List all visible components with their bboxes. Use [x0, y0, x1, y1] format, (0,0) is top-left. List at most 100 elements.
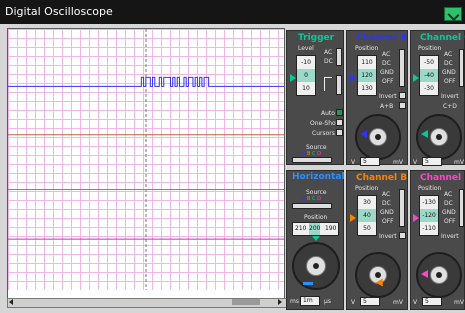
channel-a-knob-pointer-icon: [360, 130, 367, 138]
horizontal-title: Horizontal: [292, 172, 345, 182]
trigger-auto-button[interactable]: [336, 109, 343, 116]
trigger-auto-label: Auto: [321, 110, 335, 117]
channel-a-combine-button[interactable]: [399, 102, 406, 109]
channel-d-dc-label: DC: [444, 200, 453, 207]
timebase-pointer-icon: [303, 282, 313, 285]
channel-b-volts-knob[interactable]: [355, 252, 401, 298]
channel-d-gnd-label: GND: [442, 209, 456, 216]
channel-d-invert-label: Invert: [441, 233, 459, 240]
channel-b-mv-label: mV: [393, 299, 403, 306]
source-letter-c: C: [312, 196, 316, 202]
channel-c-unit-box: 5: [422, 157, 442, 166]
source-letter-b: B: [307, 196, 311, 202]
channel-a-coupling-switch[interactable]: [399, 49, 405, 87]
window-close-button[interactable]: [444, 7, 462, 21]
channel-c-ac-label: AC: [444, 51, 453, 58]
horizontal-position-value: 190: [325, 225, 337, 232]
channel-a-unit-box: 5: [360, 157, 380, 166]
channel-d-off-label: OFF: [444, 218, 456, 225]
channel-a-position-value: 120: [358, 69, 376, 82]
channel-a-mv-label: mV: [393, 159, 403, 166]
channel-d-ac-label: AC: [444, 191, 453, 198]
channel-d-unit-box: 5: [422, 297, 442, 306]
channel-b-position-label: Position: [355, 185, 379, 192]
channel-c-v-label: V: [413, 159, 418, 166]
channel-d-coupling-switch[interactable]: [459, 189, 464, 227]
channel-a-unit-value: 5: [363, 158, 367, 165]
channel-a-dc-label: DC: [382, 60, 391, 67]
scrollbar-thumb[interactable]: [232, 299, 260, 305]
channel-b-coupling-switch[interactable]: [399, 189, 405, 227]
channel-a-marker-icon: [350, 74, 356, 82]
channel-b-gnd-label: GND: [380, 209, 394, 216]
channel-b-dc-label: DC: [382, 200, 391, 207]
channel-c-position-box[interactable]: -50 -40 -30: [419, 55, 439, 96]
channel-c-coupling-switch[interactable]: [459, 49, 464, 87]
timebase-knob[interactable]: [292, 242, 340, 290]
channel-c-title: Channel C: [420, 33, 465, 43]
horizontal-position-value: 200: [309, 223, 321, 235]
trigger-ac-label: AC: [324, 49, 333, 56]
channel-a-combine-label: A+B: [380, 103, 394, 110]
channel-a-position-value: 110: [361, 59, 373, 66]
trigger-slope-switch[interactable]: [336, 75, 342, 95]
source-letter-d: D: [317, 196, 321, 202]
trigger-one-shot-button[interactable]: [336, 119, 343, 126]
channel-b-unit-box: 5: [360, 297, 380, 306]
channel-a-position-box[interactable]: 110 120 130: [357, 55, 377, 96]
channel-b-v-label: V: [351, 299, 356, 306]
channel-a-position-value: 130: [361, 85, 373, 92]
channel-b-unit-value: 5: [363, 298, 367, 305]
horizontal-position-box[interactable]: 210 200 190: [292, 222, 339, 236]
channel-a-position-label: Position: [355, 45, 379, 52]
channel-c-marker-icon: [413, 74, 419, 82]
channel-d-marker-icon: [413, 214, 419, 222]
channel-c-position-label: Position: [418, 45, 442, 52]
scope-grid: [8, 29, 284, 290]
trigger-dc-label: DC: [324, 58, 333, 65]
horizontal-position-value: 210: [295, 225, 307, 232]
trigger-title: Trigger: [298, 33, 335, 43]
timebase-unit-box: 1m: [300, 296, 320, 306]
scroll-right-icon[interactable]: [275, 298, 285, 306]
channel-c-combine-label: C+D: [443, 103, 457, 110]
channel-b-marker-icon: [350, 214, 356, 222]
trigger-cursors-button[interactable]: [336, 129, 343, 136]
trigger-cursors-label: Cursors: [312, 130, 335, 137]
horizontal-source-slider[interactable]: [292, 203, 332, 209]
channel-a-v-label: V: [351, 159, 356, 166]
channel-c-dc-label: DC: [444, 60, 453, 67]
channel-b-ac-label: AC: [382, 191, 391, 198]
channel-c-off-label: OFF: [444, 78, 456, 85]
trigger-coupling-switch[interactable]: [336, 48, 342, 66]
source-letter-a: A: [302, 196, 306, 202]
channel-d-v-label: V: [413, 299, 418, 306]
scroll-left-icon[interactable]: [7, 298, 15, 306]
trigger-level-value: 0: [297, 69, 315, 82]
horizontal-position-marker-icon: [312, 236, 320, 241]
channel-b-off-label: OFF: [382, 218, 394, 225]
channel-a-gnd-label: GND: [380, 69, 394, 76]
channel-c-gnd-label: GND: [442, 69, 456, 76]
trigger-level-label: Level: [298, 45, 314, 52]
channel-b-position-value: 30: [363, 199, 371, 206]
scope-display: [7, 28, 285, 300]
timebase-ms-label: ms: [290, 298, 299, 305]
trace-layer: [8, 29, 284, 290]
channel-b-position-value: 40: [358, 209, 376, 222]
trigger-level-box[interactable]: -10 0 10: [296, 55, 316, 96]
channel-a-invert-label: Invert: [379, 93, 397, 100]
channel-d-position-value: -120: [420, 209, 438, 222]
channel-a-off-label: OFF: [382, 78, 394, 85]
channel-d-position-value: -130: [422, 199, 436, 206]
channel-c-unit-value: 5: [425, 158, 429, 165]
channel-b-position-value: 50: [363, 225, 371, 232]
channel-b-position-box[interactable]: 30 40 50: [357, 195, 377, 236]
channel-b-invert-button[interactable]: [399, 232, 406, 239]
channel-d-position-box[interactable]: -130 -120 -110: [419, 195, 439, 236]
rising-edge-icon: [324, 77, 332, 91]
channel-a-title: Channel A: [356, 33, 408, 43]
channel-a-invert-button[interactable]: [399, 92, 406, 99]
trigger-source-slider[interactable]: [292, 157, 332, 163]
trigger-level-value: -10: [301, 59, 311, 66]
